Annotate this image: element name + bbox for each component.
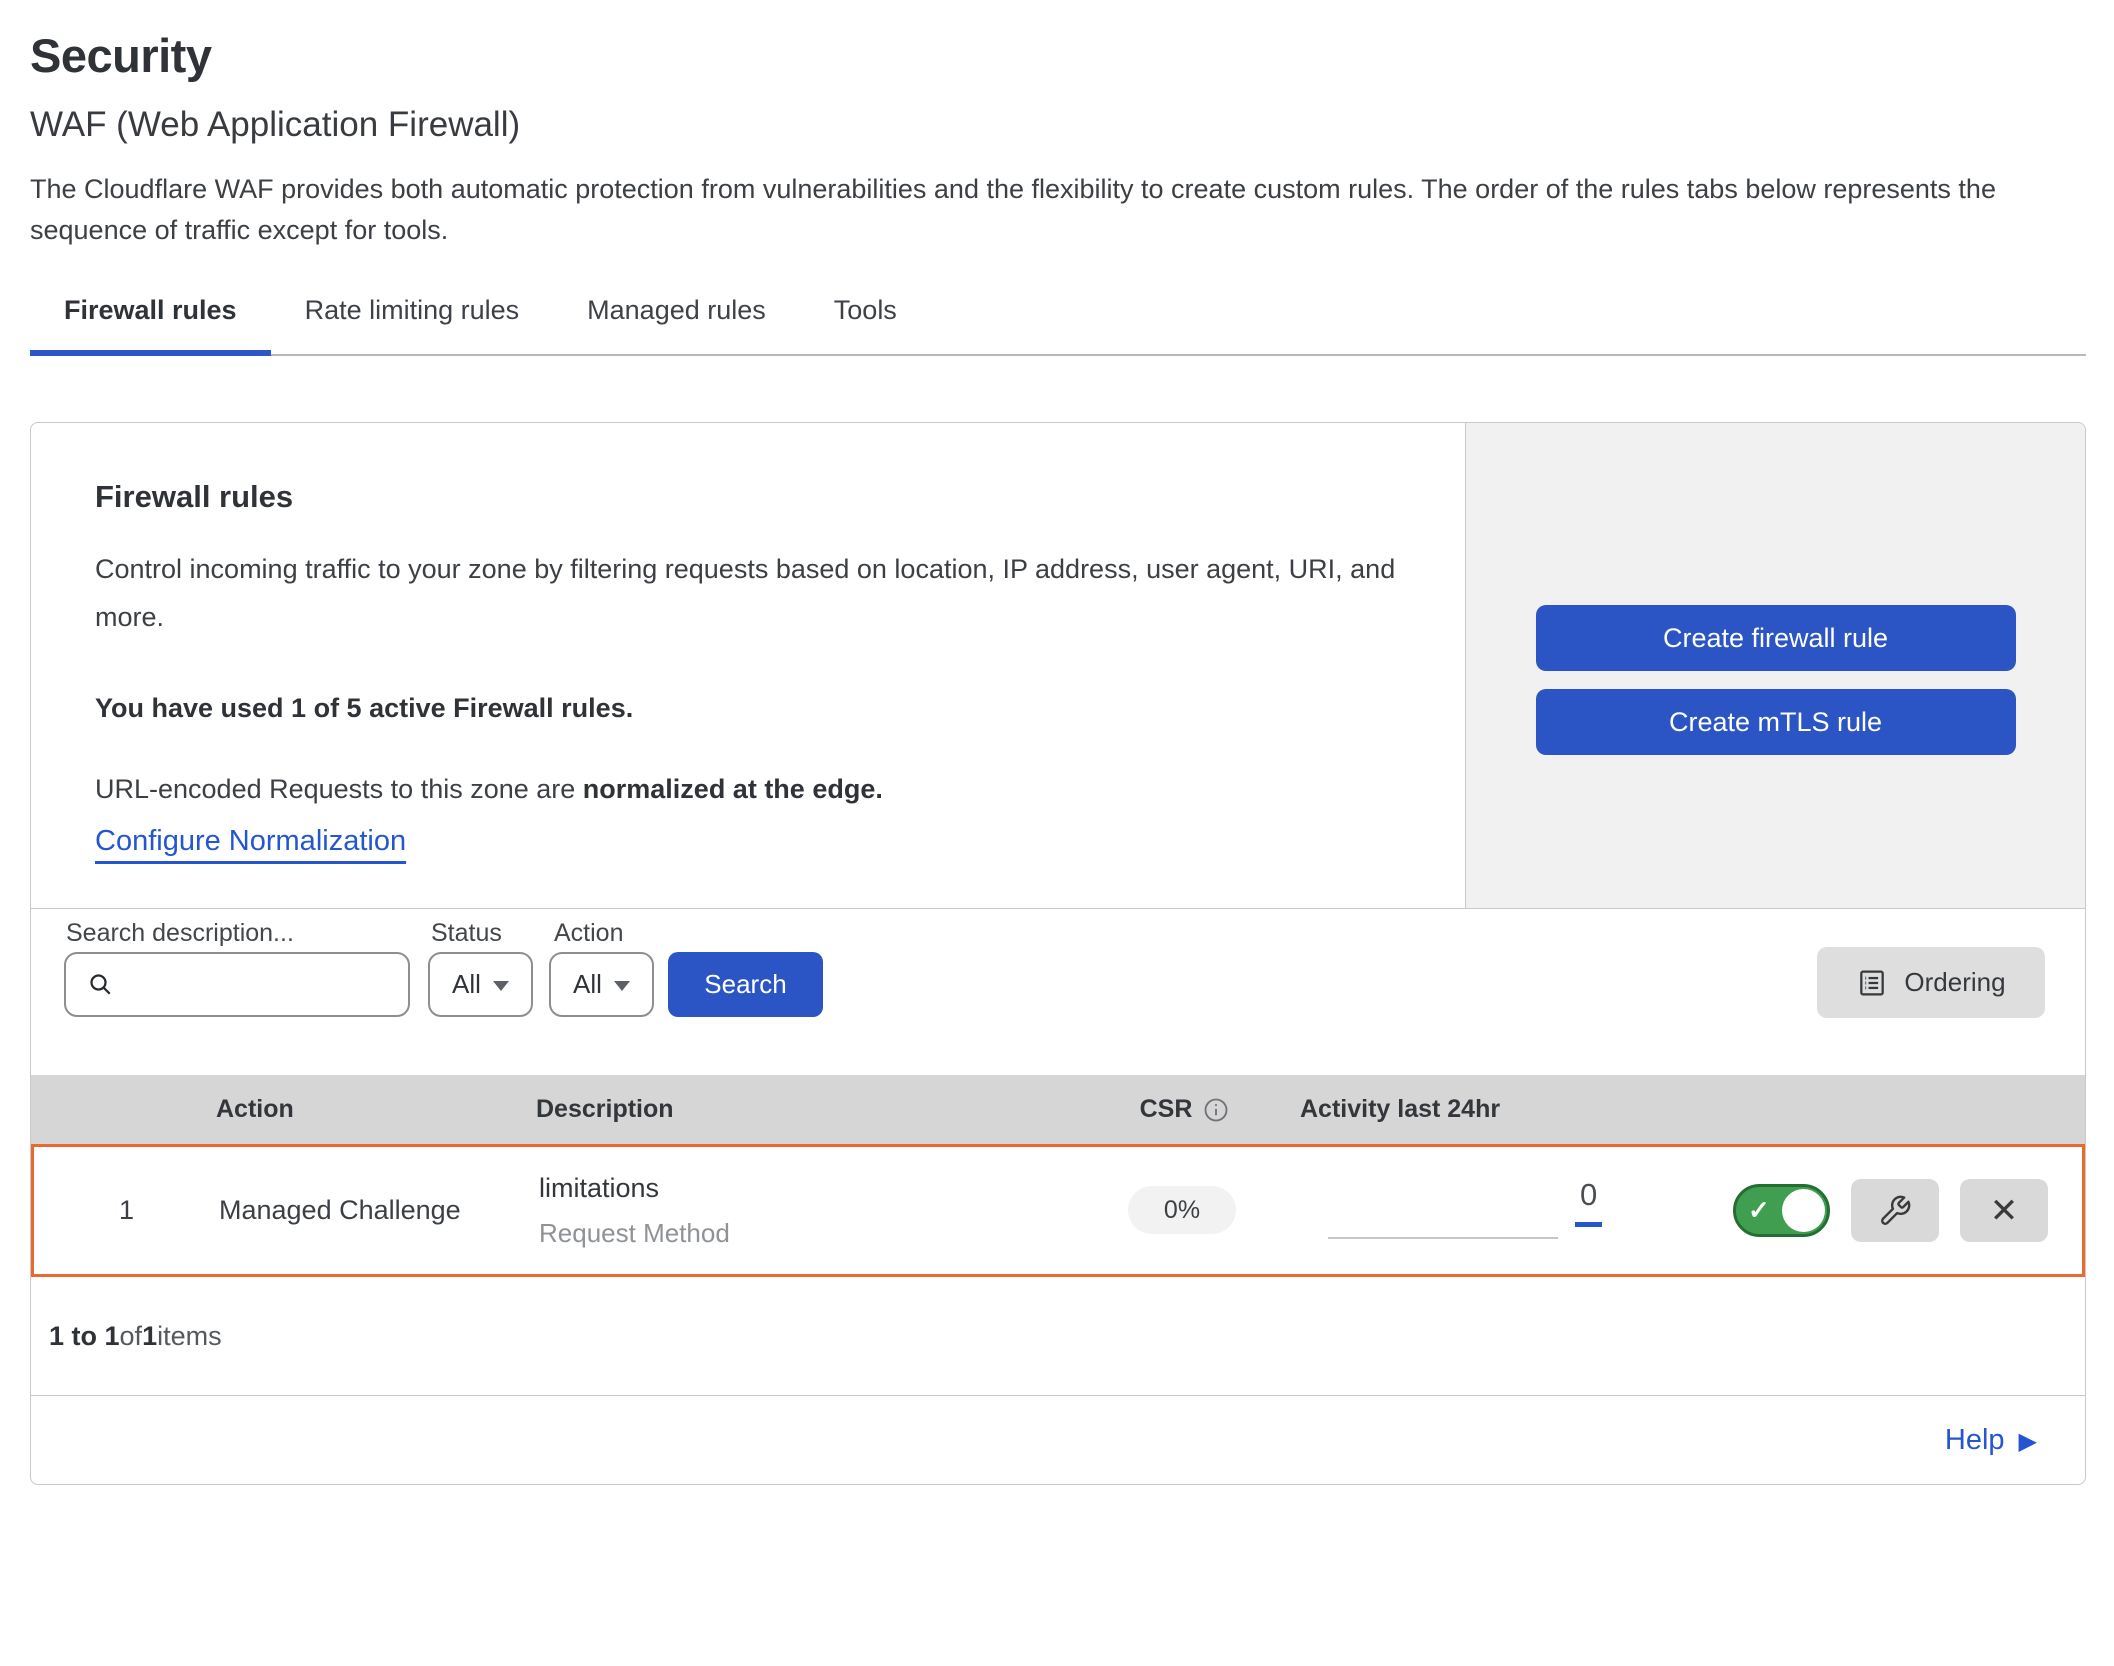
normalization-note: URL-encoded Requests to this zone are no… xyxy=(95,774,1405,805)
rule-csr-cell: 0% xyxy=(1128,1196,1236,1225)
header-csr-label: CSR xyxy=(1140,1095,1193,1124)
ordered-list-icon xyxy=(1856,967,1888,999)
main-content: Security WAF (Web Application Firewall) … xyxy=(0,28,2114,1485)
rule-controls: ✓ ✕ xyxy=(1727,1179,2082,1242)
page-description: The Cloudflare WAF provides both automat… xyxy=(30,169,2075,251)
items-word: items xyxy=(157,1321,222,1352)
ordering-button-label: Ordering xyxy=(1904,967,2005,998)
action-dropdown-value: All xyxy=(573,969,602,1000)
status-dropdown[interactable]: All xyxy=(428,952,533,1017)
rule-enabled-toggle[interactable]: ✓ xyxy=(1733,1184,1830,1237)
header-activity: Activity last 24hr xyxy=(1300,1095,1730,1124)
items-of: of xyxy=(120,1321,143,1352)
tab-firewall-rules[interactable]: Firewall rules xyxy=(30,295,271,356)
check-icon: ✓ xyxy=(1748,1195,1770,1226)
status-dropdown-value: All xyxy=(452,969,481,1000)
rule-description[interactable]: limitations xyxy=(539,1173,1067,1204)
normalization-prefix: URL-encoded Requests to this zone are xyxy=(95,774,583,804)
create-firewall-rule-button[interactable]: Create firewall rule xyxy=(1536,605,2016,671)
rule-activity-cell: 0 xyxy=(1297,1147,1727,1274)
search-description-label: Search description... xyxy=(66,919,294,948)
activity-count-link[interactable]: 0 xyxy=(1575,1177,1602,1227)
pagination-summary: 1 to 1 of 1 items xyxy=(31,1277,2085,1396)
help-link[interactable]: Help ▶ xyxy=(1945,1424,2037,1457)
firewall-rules-overview: Firewall rules Control incoming traffic … xyxy=(31,423,1465,908)
rule-action: Managed Challenge xyxy=(219,1195,539,1226)
delete-rule-button[interactable]: ✕ xyxy=(1960,1179,2048,1242)
search-input[interactable] xyxy=(130,968,469,1001)
action-dropdown[interactable]: All xyxy=(549,952,654,1017)
card-actions-panel: Create firewall rule Create mTLS rule xyxy=(1465,423,2085,908)
search-button[interactable]: Search xyxy=(668,952,823,1017)
search-icon xyxy=(86,970,116,1000)
status-label: Status xyxy=(431,919,502,948)
items-range: 1 to 1 xyxy=(49,1321,120,1352)
ordering-button[interactable]: Ordering xyxy=(1817,947,2045,1018)
card-top-section: Firewall rules Control incoming traffic … xyxy=(31,423,2085,909)
create-mtls-rule-button[interactable]: Create mTLS rule xyxy=(1536,689,2016,755)
csr-badge: 0% xyxy=(1128,1186,1236,1234)
tab-rate-limiting-rules[interactable]: Rate limiting rules xyxy=(271,295,554,356)
tab-managed-rules[interactable]: Managed rules xyxy=(553,295,800,356)
action-label: Action xyxy=(554,919,623,948)
table-header: Action Description CSR Activity last 24h… xyxy=(31,1075,2085,1144)
arrow-right-icon: ▶ xyxy=(2019,1427,2037,1456)
card-title: Firewall rules xyxy=(95,479,1405,515)
info-icon[interactable] xyxy=(1202,1096,1230,1124)
items-total: 1 xyxy=(142,1321,157,1352)
chevron-down-icon xyxy=(614,981,630,991)
tab-tools[interactable]: Tools xyxy=(800,295,931,356)
filter-bar: Search description... Status Action All … xyxy=(31,909,2085,1075)
card-footer: Help ▶ xyxy=(31,1396,2085,1484)
toggle-knob xyxy=(1782,1189,1825,1232)
rule-expression-summary: Request Method xyxy=(539,1218,1067,1249)
usage-summary: You have used 1 of 5 active Firewall rul… xyxy=(95,693,1405,724)
page-subtitle: WAF (Web Application Firewall) xyxy=(30,105,2086,145)
page-title: Security xyxy=(30,28,2086,83)
header-csr: CSR xyxy=(1140,1095,1231,1124)
normalization-bold: normalized at the edge. xyxy=(583,774,883,804)
search-input-wrapper xyxy=(64,952,410,1017)
activity-sparkline xyxy=(1328,1237,1558,1239)
header-action: Action xyxy=(216,1095,536,1124)
card-description: Control incoming traffic to your zone by… xyxy=(95,545,1405,641)
header-description: Description xyxy=(536,1095,1070,1124)
help-link-label: Help xyxy=(1945,1424,2005,1457)
firewall-rules-card: Firewall rules Control incoming traffic … xyxy=(30,422,2086,1485)
rule-description-cell: limitations Request Method xyxy=(539,1173,1067,1249)
chevron-down-icon xyxy=(493,981,509,991)
tab-bar: Firewall rules Rate limiting rules Manag… xyxy=(30,295,2086,356)
rule-priority: 1 xyxy=(119,1195,134,1226)
wrench-icon xyxy=(1878,1194,1912,1228)
edit-rule-button[interactable] xyxy=(1851,1179,1939,1242)
configure-normalization-link[interactable]: Configure Normalization xyxy=(95,825,406,858)
table-row: 1 Managed Challenge limitations Request … xyxy=(31,1144,2085,1277)
close-icon: ✕ xyxy=(1990,1191,2019,1231)
